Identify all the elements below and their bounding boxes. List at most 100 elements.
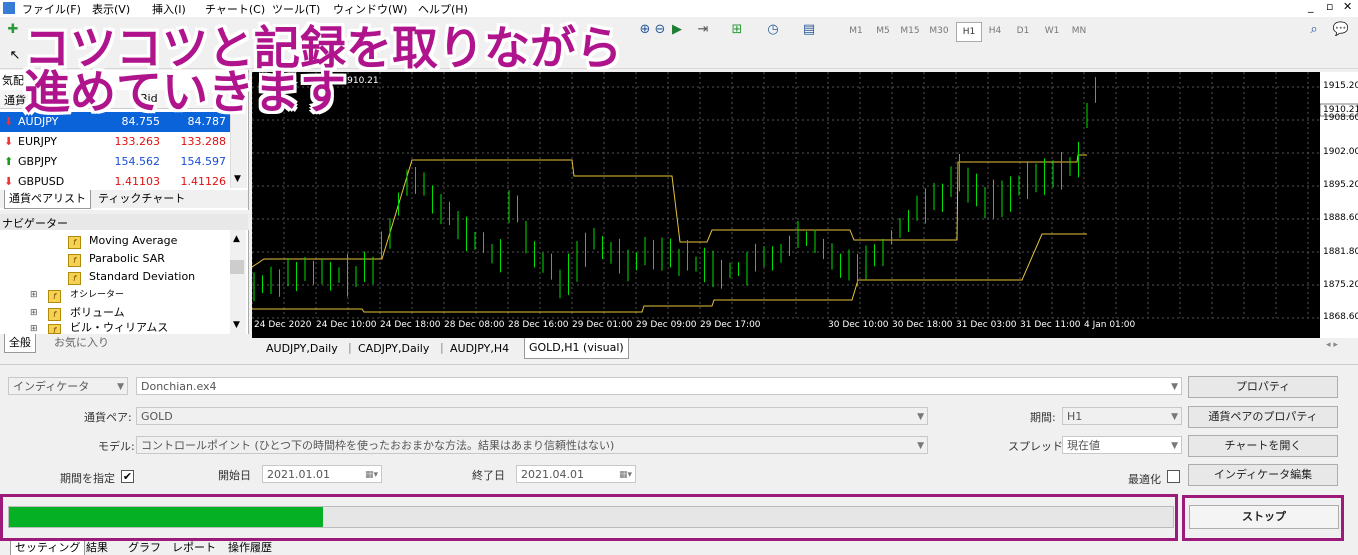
tab-settings[interactable]: セッティング — [10, 541, 86, 555]
scroll-thumb[interactable] — [230, 260, 244, 274]
progress-fill — [9, 507, 324, 527]
spread-value: 現在値 — [1067, 439, 1100, 452]
tab-symbol-list[interactable]: 通貨ペアリスト — [4, 190, 91, 209]
periods-icon[interactable]: ◷ — [764, 21, 782, 39]
end-date-label: 終了日 — [472, 469, 505, 482]
tab-divider: | — [348, 341, 352, 354]
function-icon: f — [48, 324, 61, 335]
close-icon[interactable]: ✕ — [1343, 0, 1352, 13]
donchian-channel — [252, 154, 1087, 313]
tab-audjpy-h4[interactable]: AUDJPY,H4 — [450, 340, 509, 358]
tab-cadjpy-daily[interactable]: CADJPY,Daily — [358, 340, 429, 358]
edit-indicator-button[interactable]: インディケータ編集 — [1188, 464, 1338, 486]
tab-journal[interactable]: 操作履歴 — [228, 541, 272, 555]
search-icon[interactable]: ⌕ — [1305, 21, 1323, 39]
price-tick: 1888.60 — [1323, 213, 1358, 223]
menu-insert[interactable]: 挿入(I) — [152, 1, 186, 17]
tab-results[interactable]: 結果 — [86, 541, 108, 555]
time-tick: 31 Dec 03:00 — [956, 320, 1017, 330]
symbol-properties-button[interactable]: 通貨ペアのプロパティ — [1188, 406, 1338, 428]
model-select[interactable]: コントロールポイント (ひとつ下の時間枠を使ったおおまかな方法。結果はあまり信頼… — [136, 436, 928, 454]
period-select[interactable]: H1 ▼ — [1062, 407, 1182, 425]
new-chart-icon[interactable]: ✚ — [4, 21, 22, 39]
menu-bar: ファイル(F) 表示(V) 挿入(I) チャート(C) ツール(T) ウィンドウ… — [0, 0, 1358, 18]
navigator-tabs: 全般 お気に入り — [0, 334, 248, 353]
col-symbol-header[interactable]: 通貨 — [4, 92, 26, 108]
timeframe-m30[interactable]: M30 — [927, 22, 951, 40]
price-tick: 1875.20 — [1323, 280, 1358, 290]
chevron-down-icon: ▼ — [117, 382, 124, 392]
end-date-input[interactable]: 2021.04.01 ▦▾ — [516, 465, 636, 483]
nav-item-standard-deviation[interactable]: Standard Deviation — [89, 268, 195, 286]
symbol-label: 通貨ペア: — [84, 411, 132, 424]
chart-canvas[interactable] — [252, 72, 1358, 338]
minimize-icon[interactable]: _ — [1308, 0, 1314, 13]
timeframe-m15[interactable]: M15 — [898, 22, 922, 40]
table-row[interactable]: ⬇ GBPUSD 1.41103 1.41126 — [0, 172, 230, 192]
calendar-icon: ▦▾ — [618, 470, 632, 480]
symbol-select[interactable]: GOLD ▼ — [136, 407, 928, 425]
menu-window[interactable]: ウィンドウ(W) — [333, 1, 407, 17]
timeframe-d1[interactable]: D1 — [1011, 22, 1035, 40]
zoom-out-icon[interactable]: ⊖ — [651, 21, 669, 39]
time-tick: 31 Dec 11:00 — [1020, 320, 1081, 330]
tab-scroll-icon[interactable]: ◂ ▸ — [1326, 340, 1338, 350]
menu-tools[interactable]: ツール(T) — [272, 1, 320, 17]
chart-tabs: AUDJPY,Daily | CADJPY,Daily | AUDJPY,H4 … — [252, 338, 1358, 359]
optimize-checkbox[interactable] — [1167, 470, 1180, 483]
navigator-title-bar: ナビゲーター — [0, 214, 248, 230]
templates-icon[interactable]: ▤ — [800, 21, 818, 39]
timeframe-w1[interactable]: W1 — [1040, 22, 1064, 40]
nav-item-volumes[interactable]: ボリューム — [70, 304, 125, 322]
properties-button[interactable]: プロパティ — [1188, 376, 1338, 398]
autoscroll-icon[interactable]: ▶ — [668, 21, 686, 39]
tab-report[interactable]: レポート — [172, 541, 216, 555]
tab-favorites[interactable]: お気に入り — [54, 334, 109, 352]
tester-type-select[interactable]: インディケータ ▼ — [8, 377, 128, 395]
tester-indicator-select[interactable]: Donchian.ex4 ▼ — [136, 377, 1182, 395]
restore-icon[interactable]: ▫ — [1326, 0, 1333, 13]
menu-file[interactable]: ファイル(F) — [22, 1, 81, 17]
indicators-icon[interactable]: ⊞ — [728, 21, 746, 39]
ask-cell: 1.41126 — [180, 175, 227, 188]
tab-general[interactable]: 全般 — [4, 334, 36, 353]
table-row[interactable]: ⬆ GBPJPY 154.562 154.597 — [0, 152, 230, 172]
menu-chart[interactable]: チャート(C) — [205, 1, 265, 17]
stop-button[interactable]: ストップ — [1189, 505, 1339, 529]
expand-icon[interactable]: ⊞ — [30, 308, 38, 318]
scroll-down-icon[interactable]: ▼ — [234, 174, 241, 184]
tab-audjpy-daily[interactable]: AUDJPY,Daily — [266, 340, 338, 358]
tab-gold-h1-visual[interactable]: GOLD,H1 (visual) — [524, 338, 629, 359]
tab-graph[interactable]: グラフ — [128, 541, 161, 555]
open-chart-button[interactable]: チャートを開く — [1188, 435, 1338, 457]
optimize-label: 最適化 — [1128, 473, 1161, 486]
timeframe-h1[interactable]: H1 — [956, 22, 982, 42]
timeframe-mn[interactable]: MN — [1067, 22, 1091, 40]
cursor-icon[interactable]: ↖ — [6, 47, 24, 65]
spread-select[interactable]: 現在値 ▼ — [1062, 436, 1182, 454]
scroll-up-icon[interactable]: ▲ — [233, 234, 240, 244]
timeframe-m5[interactable]: M5 — [871, 22, 895, 40]
menu-help[interactable]: ヘルプ(H) — [418, 1, 468, 17]
tab-tick-chart[interactable]: ティックチャート — [98, 190, 185, 208]
timeframe-m1[interactable]: M1 — [844, 22, 868, 40]
expand-icon[interactable]: ⊞ — [30, 324, 38, 334]
menu-view[interactable]: 表示(V) — [92, 1, 130, 17]
table-row[interactable]: ⬇ EURJPY 133.263 133.288 — [0, 132, 230, 152]
use-date-label: 期間を指定 — [60, 472, 115, 485]
use-date-checkbox[interactable]: ✔ — [121, 470, 134, 483]
nav-item-moving-average[interactable]: Moving Average — [89, 232, 177, 250]
expand-icon[interactable]: ⊞ — [30, 290, 38, 300]
scroll-down-icon[interactable]: ▼ — [233, 320, 240, 330]
start-date-input[interactable]: 2021.01.01 ▦▾ — [262, 465, 382, 483]
function-icon: f — [48, 308, 61, 321]
nav-item-parabolic-sar[interactable]: Parabolic SAR — [89, 250, 165, 268]
nav-item-bill-williams[interactable]: ビル・ウィリアムス — [70, 321, 168, 334]
navigator-scrollbar[interactable]: ▲ ▼ — [230, 230, 246, 334]
nav-item-oscillators[interactable]: オシレーター — [70, 286, 124, 304]
app-icon — [3, 2, 15, 14]
timeframe-h4[interactable]: H4 — [983, 22, 1007, 40]
chart-shift-icon[interactable]: ⇥ — [694, 21, 712, 39]
chat-icon[interactable]: 💬 — [1332, 21, 1350, 39]
price-chart[interactable]: G... 3.41 1909.84 1910.21 1910.21 1915.2… — [252, 72, 1358, 338]
